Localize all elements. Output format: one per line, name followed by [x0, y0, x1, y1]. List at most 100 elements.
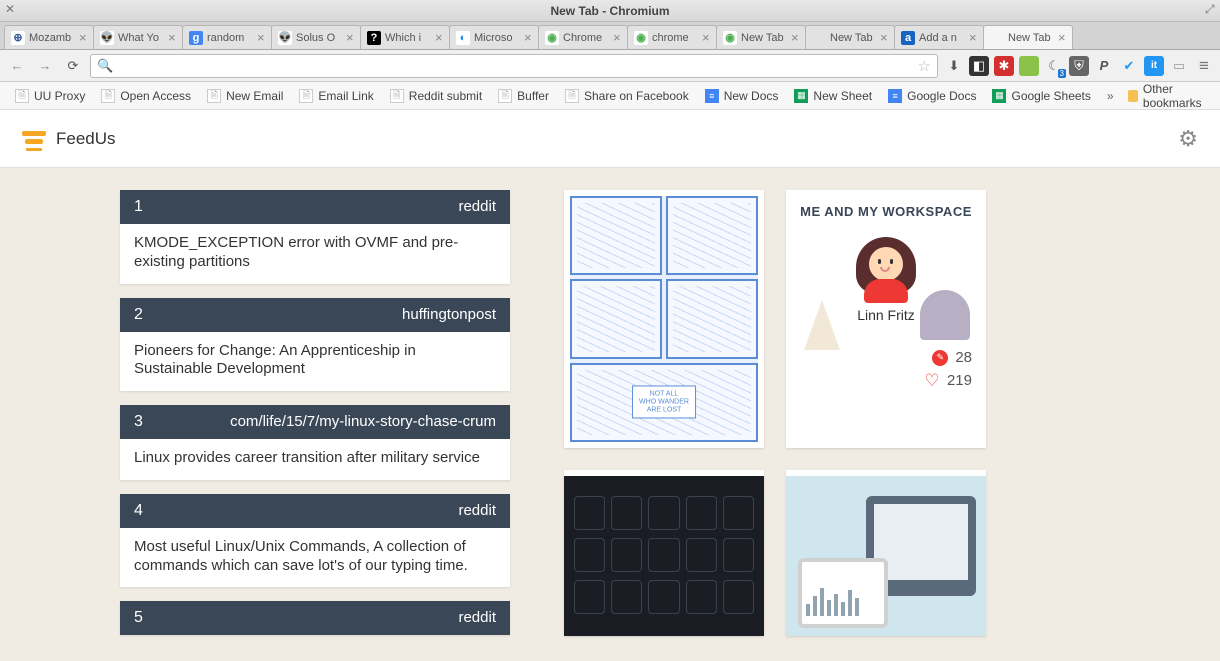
menu-icon[interactable]: ≡ — [1194, 56, 1214, 76]
tab-close-icon[interactable]: × — [257, 30, 267, 45]
shield-icon[interactable]: ✔ — [1119, 56, 1139, 76]
feed-card[interactable]: 5reddit — [120, 601, 510, 635]
tab-favicon: ◐ — [456, 31, 470, 45]
tab-label: Solus O — [296, 32, 342, 44]
browser-tab[interactable]: ⊕Mozamb× — [4, 25, 94, 49]
feed-card-number: 2 — [134, 306, 143, 324]
bookmark-item[interactable]: ▦Google Sheets — [985, 86, 1097, 106]
moon-icon[interactable]: ☾ 3 — [1044, 56, 1064, 76]
tab-label: Chrome — [563, 32, 609, 44]
tab-close-icon[interactable]: × — [168, 30, 178, 45]
feed-card[interactable]: 4redditMost useful Linux/Unix Commands, … — [120, 494, 510, 588]
bookmark-label: Email Link — [318, 89, 373, 103]
tab-close-icon[interactable]: × — [1058, 30, 1068, 45]
browser-tab[interactable]: ◉chrome× — [627, 25, 717, 49]
app-name: FeedUs — [56, 129, 116, 149]
address-bar[interactable]: 🔍 ☆ — [90, 54, 938, 78]
browser-tab[interactable]: ?Which i× — [360, 25, 450, 49]
bookmark-icon: 🗎 — [101, 89, 115, 103]
browser-tab[interactable]: New Tab× — [805, 25, 895, 49]
stat-comments: ✎ 28 — [932, 349, 972, 366]
browser-tab[interactable]: a Add a n × — [894, 25, 984, 49]
window-close-icon[interactable]: ✕ — [5, 4, 15, 14]
tab-close-icon[interactable]: × — [346, 30, 356, 45]
feed-card-number: 5 — [134, 609, 143, 627]
green-dot-icon[interactable]: ● — [1019, 56, 1039, 76]
tab-label: random — [207, 32, 253, 44]
tab-label: New Tab — [1008, 32, 1054, 44]
tab-close-icon[interactable]: × — [435, 30, 445, 45]
stat-likes: ♡ 219 — [924, 372, 972, 389]
browser-tab[interactable]: 👽What Yo× — [93, 25, 183, 49]
bookmark-label: UU Proxy — [34, 89, 85, 103]
bookmark-item[interactable]: ≡New Docs — [698, 86, 786, 106]
tab-close-icon[interactable]: × — [613, 30, 623, 45]
feed-card[interactable]: 3com/life/15/7/my-linux-story-chase-crum… — [120, 405, 510, 480]
browser-tab[interactable]: 👽Solus O× — [271, 25, 361, 49]
other-bookmarks[interactable]: Other bookmarks — [1121, 79, 1214, 113]
app-logo[interactable]: FeedUs — [22, 128, 116, 150]
downloads-icon[interactable]: ⬇ — [944, 56, 964, 76]
tab-close-icon[interactable]: × — [880, 30, 890, 45]
reload-button[interactable]: ⟳ — [62, 55, 84, 77]
bookmarks-bar: 🗎UU Proxy 🗎 Open Access 🗎New Email🗎Email Li… — [0, 82, 1220, 110]
bookmark-item[interactable]: 🗎UU Proxy — [8, 86, 92, 106]
bookmark-item[interactable]: 🗎Reddit submit — [383, 86, 489, 106]
evernote-icon[interactable]: ◧ — [969, 56, 989, 76]
tab-favicon — [990, 31, 1004, 45]
thumbnail-illustration[interactable] — [786, 470, 986, 636]
bookmarks-overflow[interactable]: » — [1102, 86, 1119, 106]
tab-close-icon[interactable]: × — [969, 30, 979, 45]
tab-favicon: ◉ — [545, 31, 559, 45]
browser-tab[interactable]: ◉ Chrome × — [538, 25, 628, 49]
window-titlebar: ✕ New Tab - Chromium ⤢ — [0, 0, 1220, 22]
back-button[interactable]: ← — [6, 55, 28, 77]
workspace-card[interactable]: ME AND MY WORKSPACE Linn Fritz ✎ 28 ♡ 21… — [786, 190, 986, 448]
bookmark-item[interactable]: 🗎Email Link — [292, 86, 380, 106]
window-maximize-icon[interactable]: ⤢ — [1205, 4, 1215, 14]
browser-tab[interactable]: New Tab × — [983, 25, 1073, 49]
thumbnail-comic[interactable]: NOT ALL WHO WANDER ARE LOST — [564, 190, 764, 448]
browser-tab[interactable]: ◉New Tab× — [716, 25, 806, 49]
tab-strip: ⊕Mozamb×👽What Yo×grandom×👽Solus O×?Which… — [0, 22, 1220, 50]
it-icon[interactable]: it — [1144, 56, 1164, 76]
tab-favicon — [812, 31, 826, 45]
feed-card-number: 1 — [134, 198, 143, 216]
bookmark-star-icon[interactable]: ☆ — [918, 57, 931, 75]
feed-card-title: Most useful Linux/Unix Commands, A colle… — [120, 528, 510, 588]
bookmark-item[interactable]: 🗎Buffer — [491, 86, 556, 106]
feed-card[interactable]: 1redditKMODE_EXCEPTION error with OVMF a… — [120, 190, 510, 284]
ublock-icon[interactable]: ⛨ — [1069, 56, 1089, 76]
tab-close-icon[interactable]: × — [79, 30, 89, 45]
tab-favicon: ? — [367, 31, 381, 45]
thumbnail-dark-tech[interactable] — [564, 470, 764, 636]
other-bookmarks-label: Other bookmarks — [1143, 82, 1206, 110]
address-input[interactable] — [118, 58, 912, 73]
browser-tab[interactable]: grandom × — [182, 25, 272, 49]
tab-close-icon[interactable]: × — [524, 30, 534, 45]
tab-close-icon[interactable]: × — [791, 30, 801, 45]
tab-close-icon[interactable]: × — [702, 30, 712, 45]
tab-label: Add a n — [919, 32, 965, 44]
forward-button[interactable]: → — [34, 55, 56, 77]
bookmark-item[interactable]: ▦New Sheet — [787, 86, 879, 106]
avatar — [856, 237, 916, 297]
tab-favicon: g — [189, 31, 203, 45]
browser-tab[interactable]: ◐Microso× — [449, 25, 539, 49]
settings-gear-icon[interactable]: ⚙ — [1178, 126, 1198, 152]
tab-favicon: a — [901, 31, 915, 45]
feed-card-source: reddit — [458, 502, 496, 520]
paypal-icon[interactable]: P — [1094, 56, 1114, 76]
bookmark-item[interactable]: ≡Google Docs — [881, 86, 983, 106]
bookmark-label: Google Docs — [907, 89, 976, 103]
bookmark-item[interactable]: 🗎New Email — [200, 86, 290, 106]
bookmark-label: Open Access — [120, 89, 191, 103]
chat-icon[interactable]: ▭ — [1169, 56, 1189, 76]
feed-card[interactable]: 2huffingtonpostPioneers for Change: An A… — [120, 298, 510, 392]
lastpass-icon[interactable]: ✱ — [994, 56, 1014, 76]
bookmark-item[interactable]: 🗎Share on Facebook — [558, 86, 696, 106]
bookmark-item[interactable]: 🗎 Open Access — [94, 86, 198, 106]
feed-card-source: com/life/15/7/my-linux-story-chase-crum — [230, 413, 496, 431]
bookmark-label: New Docs — [724, 89, 779, 103]
feed-card-header: 2huffingtonpost — [120, 298, 510, 332]
